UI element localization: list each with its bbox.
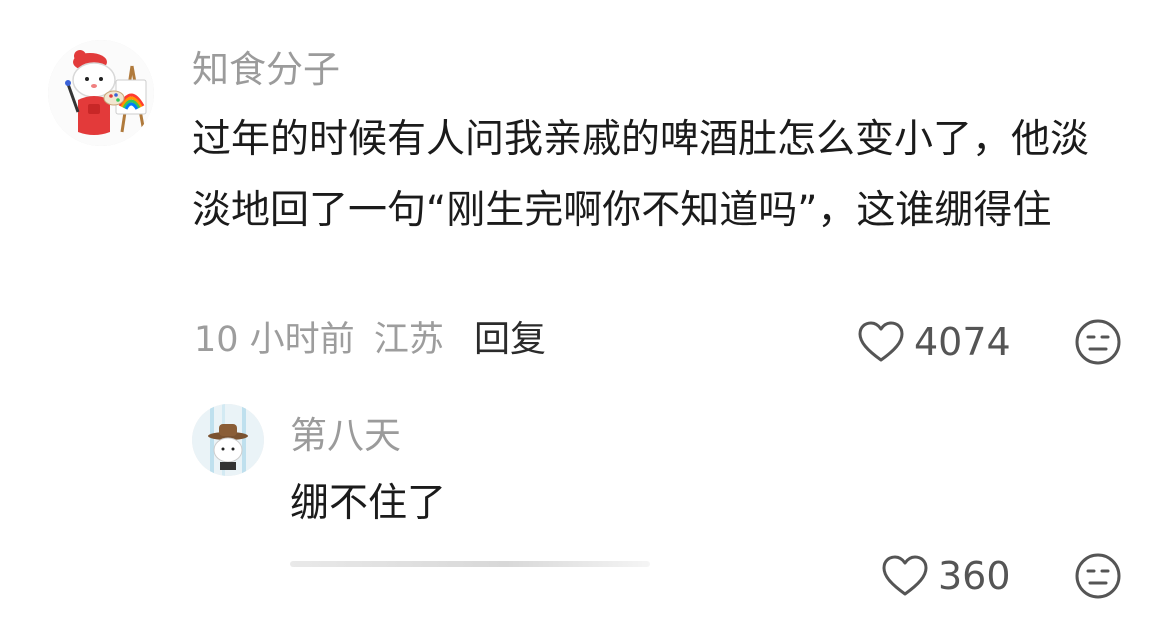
like-count: 360: [938, 554, 1011, 598]
heart-icon: [858, 321, 904, 362]
meh-face-icon[interactable]: [1074, 318, 1122, 366]
username[interactable]: 第八天: [290, 414, 401, 458]
comment-text: 绷不住了: [290, 481, 447, 526]
comment-text: 过年的时候有人问我亲戚的啤酒肚怎么变小了，他淡淡地回了一句“刚生完啊你不知道吗”…: [192, 117, 1090, 233]
comment-meta: 10 小时前 江苏: [194, 318, 444, 362]
avatar[interactable]: [192, 404, 264, 476]
cowboy-hat-character-avatar-icon: [192, 404, 264, 476]
like-count: 4074: [914, 320, 1011, 364]
heart-icon: [882, 555, 928, 596]
partial-text-strip: [290, 561, 650, 567]
username[interactable]: 知食分子: [192, 48, 340, 92]
like-button[interactable]: 360: [882, 552, 1011, 600]
like-button[interactable]: 4074: [858, 318, 1011, 366]
location: 江苏: [373, 320, 444, 360]
timestamp: 10 小时前: [194, 320, 355, 360]
meh-face-icon[interactable]: [1074, 552, 1122, 600]
chef-painter-avatar-icon: [48, 40, 154, 146]
reply-button[interactable]: 回复: [474, 318, 546, 362]
avatar[interactable]: [48, 40, 154, 146]
